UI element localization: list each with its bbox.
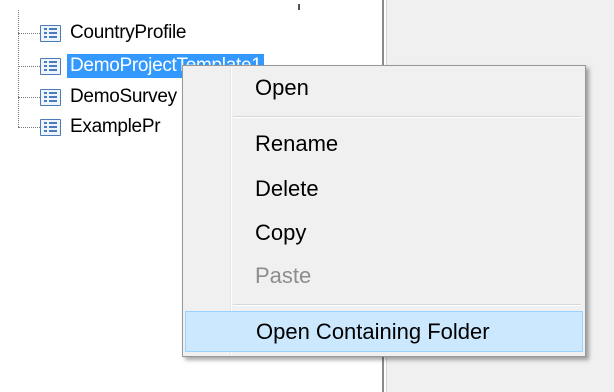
tree-item-label: CountryProfile [70, 22, 187, 43]
menu-item-open[interactable]: Open [185, 70, 583, 106]
menu-item-paste[interactable]: Paste [185, 258, 583, 294]
menu-item-label: Rename [255, 131, 339, 156]
tree-branch-line [18, 65, 40, 67]
menu-item-label: Open [255, 75, 309, 100]
tree-item-examplepr[interactable]: ExamplePr [18, 114, 163, 140]
menu-item-open-containing-folder[interactable]: Open Containing Folder [185, 311, 583, 352]
table-icon [40, 88, 61, 106]
tree-item-label: DemoSurvey [70, 86, 177, 107]
tree-item-demosurvey[interactable]: DemoSurvey [18, 84, 180, 110]
menu-item-label: Open Containing Folder [256, 318, 490, 344]
tree-scroll-mark [298, 4, 300, 10]
tree-branch-line [18, 126, 40, 128]
table-icon [40, 24, 61, 42]
menu-item-rename[interactable]: Rename [185, 126, 583, 162]
menu-item-label: Delete [255, 176, 319, 201]
tree-branch-line [18, 96, 40, 98]
tree-item-countryprofile[interactable]: CountryProfile [18, 20, 189, 46]
menu-separator [233, 116, 581, 118]
menu-item-label: Copy [255, 220, 307, 245]
table-icon [40, 57, 61, 75]
menu-item-label: Paste [255, 263, 312, 288]
menu-separator [233, 304, 581, 306]
table-icon [40, 118, 61, 136]
menu-item-copy[interactable]: Copy [185, 215, 583, 251]
tree-item-label: ExamplePr [70, 116, 161, 137]
tree-branch-line [18, 32, 40, 34]
context-menu: Open Rename Delete Copy Paste Open Conta… [182, 65, 586, 357]
menu-item-delete[interactable]: Delete [185, 171, 583, 207]
